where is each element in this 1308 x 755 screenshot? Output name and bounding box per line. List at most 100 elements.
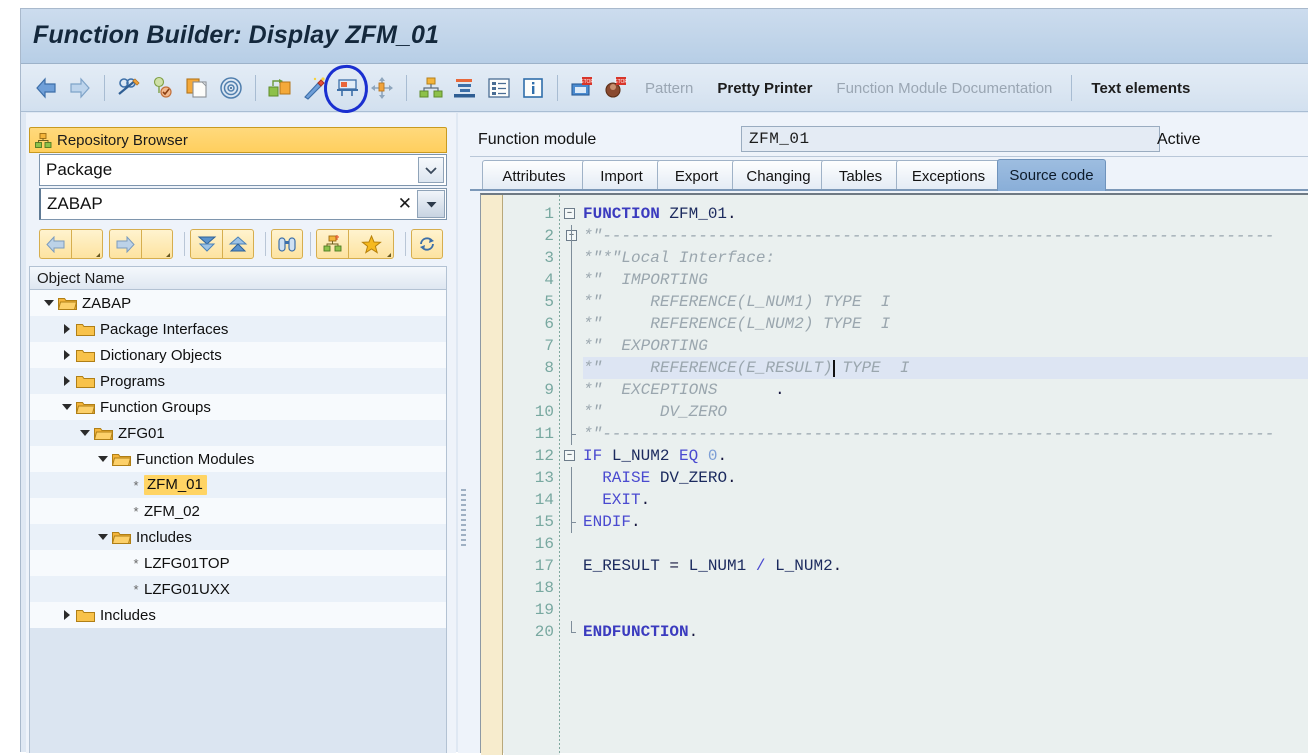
check-icon[interactable] xyxy=(146,70,180,106)
code-line[interactable]: E_RESULT = L_NUM1 / L_NUM2. xyxy=(583,555,1308,577)
function-module-documentation-button[interactable]: Function Module Documentation xyxy=(824,80,1064,97)
tab-changing[interactable]: Changing xyxy=(732,160,825,191)
tab-tables[interactable]: Tables xyxy=(821,160,900,191)
list-icon[interactable] xyxy=(482,70,516,106)
collapse-twisty-icon[interactable] xyxy=(42,296,56,310)
code-line[interactable]: FUNCTION ZFM_01. xyxy=(583,203,1308,225)
tree-row[interactable]: * LZFG01TOP xyxy=(30,550,446,576)
tab-attributes[interactable]: Attributes xyxy=(482,160,586,191)
code-line[interactable] xyxy=(583,577,1308,599)
tree-row[interactable]: Package Interfaces xyxy=(30,316,446,342)
expand-icon[interactable] xyxy=(365,70,399,106)
code-line[interactable]: *" REFERENCE(E_RESULT) TYPE I xyxy=(583,357,1308,379)
editor-code-area[interactable]: FUNCTION ZFM_01. *"----------------------… xyxy=(583,195,1308,755)
text-elements-button[interactable]: Text elements xyxy=(1079,80,1202,97)
code-line[interactable]: *"*"Local Interface: xyxy=(583,247,1308,269)
pretty-printer-button[interactable]: Pretty Printer xyxy=(705,80,824,97)
repository-browser-icon xyxy=(35,132,52,148)
tree-row[interactable]: * ZFM_01 xyxy=(30,472,446,498)
code-token: *" EXCEPTIONS xyxy=(583,381,718,399)
expand-twisty-icon[interactable] xyxy=(60,348,74,362)
dropdown-arrow-icon[interactable] xyxy=(417,190,445,218)
fold-guide-line xyxy=(571,269,572,291)
expand-twisty-icon[interactable] xyxy=(60,374,74,388)
display-change-icon[interactable] xyxy=(112,70,146,106)
copy-icon[interactable] xyxy=(180,70,214,106)
info-icon[interactable] xyxy=(516,70,550,106)
collapse-twisty-icon[interactable] xyxy=(96,530,110,544)
code-line[interactable]: ENDIF. xyxy=(583,511,1308,533)
code-line[interactable]: *" EXCEPTIONS . xyxy=(583,379,1308,401)
expand-twisty-icon[interactable] xyxy=(60,608,74,622)
tree-row[interactable]: ZFG01 xyxy=(30,420,446,446)
browser-back-history-button[interactable] xyxy=(71,229,103,259)
tree-row[interactable]: Dictionary Objects xyxy=(30,342,446,368)
tab-strip[interactable]: Attributes Import Export Changing Tables Exce… xyxy=(470,157,1308,191)
code-line[interactable]: *" EXPORTING xyxy=(583,335,1308,357)
editor-bookmark-gutter[interactable] xyxy=(481,195,503,755)
tree-row[interactable]: Includes xyxy=(30,602,446,628)
close-icon[interactable]: ✕ xyxy=(398,194,412,214)
tree-row[interactable]: * LZFG01UXX xyxy=(30,576,446,602)
tree-row[interactable]: * ZFM_02 xyxy=(30,498,446,524)
tab-exceptions[interactable]: Exceptions xyxy=(896,160,1001,191)
code-line[interactable]: *"--------------------------------------… xyxy=(583,225,1308,247)
browser-forward-button[interactable] xyxy=(109,229,141,259)
tree-row[interactable]: Function Groups xyxy=(30,394,446,420)
fold-toggle-icon[interactable]: – xyxy=(564,208,575,219)
chevron-down-icon[interactable] xyxy=(418,157,444,183)
fold-guide-line xyxy=(571,247,572,269)
tree-row[interactable]: ZABAP xyxy=(30,290,446,316)
hierarchy-icon[interactable] xyxy=(414,70,448,106)
collapse-twisty-icon[interactable] xyxy=(78,426,92,440)
code-line[interactable]: *"--------------------------------------… xyxy=(583,423,1308,445)
code-line[interactable] xyxy=(583,599,1308,621)
browser-back-button[interactable] xyxy=(39,229,71,259)
editor-fold-column[interactable]: ––– xyxy=(561,195,583,755)
test-icon[interactable] xyxy=(331,70,365,106)
expand-twisty-icon[interactable] xyxy=(60,322,74,336)
code-line[interactable]: ENDFUNCTION. xyxy=(583,621,1308,643)
breakpoint-icon[interactable]: STOP xyxy=(599,70,633,106)
target-icon[interactable] xyxy=(214,70,248,106)
find-button[interactable] xyxy=(271,229,303,259)
code-line[interactable]: *" IMPORTING xyxy=(583,269,1308,291)
debug-icon[interactable]: STOP xyxy=(565,70,599,106)
tree-row[interactable]: Function Modules xyxy=(30,446,446,472)
favorites-button[interactable] xyxy=(348,229,394,259)
code-line[interactable]: RAISE DV_ZERO. xyxy=(583,467,1308,489)
object-type-select[interactable]: Package xyxy=(39,154,447,186)
code-line[interactable]: IF L_NUM2 EQ 0. xyxy=(583,445,1308,467)
tree-row[interactable]: Programs xyxy=(30,368,446,394)
stack-icon[interactable] xyxy=(448,70,482,106)
splitter-grip[interactable] xyxy=(461,489,466,549)
other-object-button[interactable] xyxy=(316,229,348,259)
collapse-twisty-icon[interactable] xyxy=(60,400,74,414)
refresh-button[interactable] xyxy=(411,229,443,259)
panel-splitter[interactable] xyxy=(458,113,470,753)
source-code-editor[interactable]: 1234567891011121314151617181920 ––– FUNC… xyxy=(480,193,1308,755)
browser-forward-history-button[interactable] xyxy=(141,229,173,259)
tree-row[interactable]: Includes xyxy=(30,524,446,550)
code-line[interactable]: *" DV_ZERO xyxy=(583,401,1308,423)
function-module-name-field[interactable]: ZFM_01 xyxy=(741,126,1160,152)
code-token: FUNCTION xyxy=(583,205,660,223)
code-line[interactable]: *" REFERENCE(L_NUM1) TYPE I xyxy=(583,291,1308,313)
collapse-all-button[interactable] xyxy=(222,229,254,259)
expand-all-button[interactable] xyxy=(190,229,222,259)
tab-source-code[interactable]: Source code xyxy=(997,159,1106,191)
back-arrow-icon[interactable] xyxy=(29,70,63,106)
code-line[interactable] xyxy=(583,533,1308,555)
forward-arrow-icon[interactable] xyxy=(63,70,97,106)
pattern-button[interactable]: Pattern xyxy=(633,80,705,97)
collapse-twisty-icon[interactable] xyxy=(96,452,110,466)
tab-import[interactable]: Import xyxy=(582,160,661,191)
code-line[interactable]: EXIT. xyxy=(583,489,1308,511)
object-tree[interactable]: ZABAP Package Interfaces Dictionary Object… xyxy=(29,290,447,753)
package-search-input[interactable]: ZABAP ✕ xyxy=(39,188,447,220)
code-line[interactable]: *" REFERENCE(L_NUM2) TYPE I xyxy=(583,313,1308,335)
tab-export[interactable]: Export xyxy=(657,160,736,191)
wand-icon[interactable] xyxy=(297,70,331,106)
activate-icon[interactable] xyxy=(263,70,297,106)
fold-toggle-icon[interactable]: – xyxy=(564,450,575,461)
